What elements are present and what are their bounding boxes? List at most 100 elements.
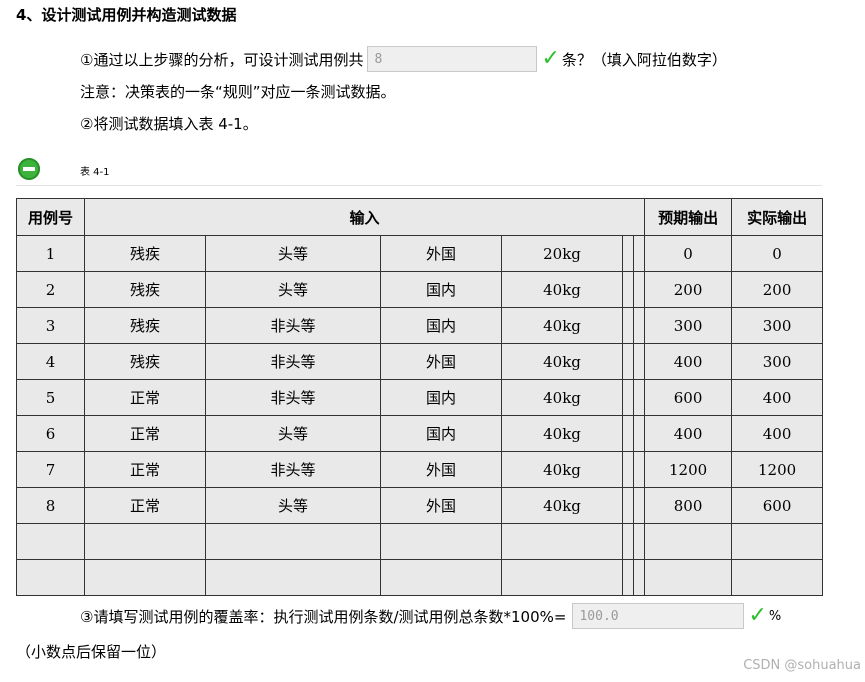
cell-spacer [632,451,646,488]
cell-route: 国内 [380,271,502,308]
cell-spacer [632,271,646,308]
table-row: 2 残疾 头等 国内 40kg 200 200 [16,271,824,308]
cell-expected-output: 0 [644,235,733,272]
percent-sign: % [768,608,782,624]
cell-case-id: 2 [16,271,85,308]
cell-weight: 40kg [501,271,623,308]
cell-case-id: 5 [16,379,85,416]
cell-actual-output [731,559,824,596]
cell-seat-class: 非头等 [205,307,381,344]
divider [16,185,822,186]
coverage-input[interactable]: 100.0 [572,603,745,629]
cell-seat-class [205,559,381,596]
cell-case-id: 3 [16,307,85,344]
table-row: 6 正常 头等 国内 40kg 400 400 [16,415,824,452]
cell-route [380,523,502,560]
cell-spacer [622,523,634,560]
question-3: ③请填写测试用例的覆盖率：执行测试用例条数/测试用例总条数*100%= 100.… [80,603,781,629]
cell-spacer [622,343,634,380]
cell-passenger-type: 残疾 [84,307,206,344]
cell-expected-output: 200 [644,271,733,308]
cell-weight: 40kg [501,379,623,416]
cell-seat-class: 非头等 [205,451,381,488]
cell-weight: 40kg [501,451,623,488]
cell-case-id [16,523,85,560]
table-caption: 表 4-1 [80,167,110,178]
cell-weight: 40kg [501,415,623,452]
collapse-minus-icon[interactable] [18,158,40,180]
cell-route: 国内 [380,307,502,344]
header-input: 输入 [83,198,646,236]
cell-case-id: 6 [16,415,85,452]
cell-weight: 20kg [501,235,623,272]
cell-seat-class: 非头等 [205,379,381,416]
header-actual-output: 实际输出 [731,198,824,236]
cell-passenger-type: 残疾 [84,235,206,272]
cell-actual-output: 300 [731,307,824,344]
cell-passenger-type: 正常 [84,487,206,524]
correct-check-icon: ✓ [541,46,560,71]
cell-passenger-type: 残疾 [84,271,206,308]
table-row: 8 正常 头等 外国 40kg 800 600 [16,487,824,524]
cell-spacer [622,451,634,488]
cell-passenger-type: 残疾 [84,343,206,380]
cell-spacer [632,235,646,272]
test-data-table: 用例号 输入 预期输出 实际输出 1 残疾 头等 外国 20kg 0 0 2 残疾 头等 国内 40k… [16,198,824,596]
cell-expected-output: 600 [644,379,733,416]
cell-case-id: 7 [16,451,85,488]
cell-expected-output: 400 [644,415,733,452]
cell-case-id [16,559,85,596]
cell-route: 外国 [380,487,502,524]
cell-spacer [622,559,634,596]
cell-seat-class [205,523,381,560]
table-row: 5 正常 非头等 国内 40kg 600 400 [16,379,824,416]
question-3-prefix: ③请填写测试用例的覆盖率：执行测试用例条数/测试用例总条数*100%= [80,607,567,626]
header-case-id: 用例号 [16,198,85,236]
cell-spacer [632,307,646,344]
cell-weight: 40kg [501,487,623,524]
cell-expected-output: 1200 [644,451,733,488]
cell-spacer [632,559,646,596]
cell-case-id: 8 [16,487,85,524]
cell-passenger-type: 正常 [84,415,206,452]
cell-spacer [632,379,646,416]
table-body: 1 残疾 头等 外国 20kg 0 0 2 残疾 头等 国内 40kg 200 200 3 残疾 非头等 国内 40… [16,235,824,596]
cell-seat-class: 头等 [205,415,381,452]
cell-expected-output: 300 [644,307,733,344]
cell-actual-output: 200 [731,271,824,308]
table-row: 4 残疾 非头等 外国 40kg 400 300 [16,343,824,380]
cell-weight: 40kg [501,343,623,380]
table-row: 1 残疾 头等 外国 20kg 0 0 [16,235,824,272]
decimal-note: （小数点后保留一位） [16,643,167,661]
cell-route: 外国 [380,343,502,380]
test-case-count-input[interactable]: 8 [367,46,538,72]
cell-expected-output [644,559,733,596]
cell-spacer [632,487,646,524]
cell-weight [501,559,623,596]
cell-weight [501,523,623,560]
cell-spacer [632,343,646,380]
cell-actual-output: 1200 [731,451,824,488]
cell-spacer [632,415,646,452]
cell-seat-class: 头等 [205,235,381,272]
watermark: CSDN @sohuahua [743,658,861,673]
cell-actual-output: 400 [731,415,824,452]
cell-passenger-type [84,523,206,560]
table-row [16,523,824,560]
cell-expected-output: 800 [644,487,733,524]
table-row: 3 残疾 非头等 国内 40kg 300 300 [16,307,824,344]
table-row: 7 正常 非头等 外国 40kg 1200 1200 [16,451,824,488]
cell-expected-output: 400 [644,343,733,380]
question-1-prefix: ①通过以上步骤的分析，可设计测试用例共 [80,50,364,69]
cell-route: 外国 [380,451,502,488]
cell-passenger-type: 正常 [84,379,206,416]
cell-spacer [622,307,634,344]
cell-route: 外国 [380,235,502,272]
cell-spacer [632,523,646,560]
cell-actual-output [731,523,824,560]
cell-spacer [622,271,634,308]
question-1-suffix: 条？（填入阿拉伯数字） [561,50,727,69]
cell-expected-output [644,523,733,560]
header-expected-output: 预期输出 [644,198,733,236]
cell-actual-output: 300 [731,343,824,380]
